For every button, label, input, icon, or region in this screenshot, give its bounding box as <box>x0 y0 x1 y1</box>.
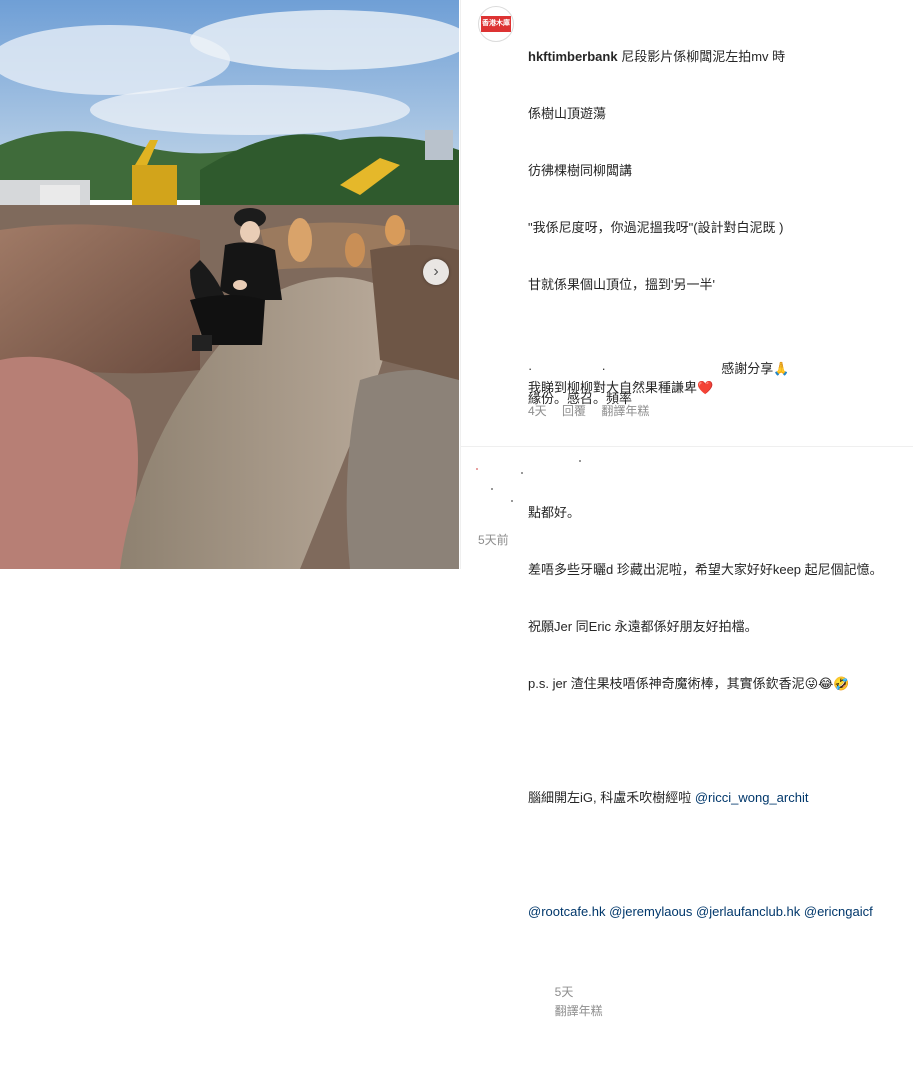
translate-button[interactable]: 翻譯年糕 <box>555 1004 603 1018</box>
comment-meta-row: 4天 回覆 翻譯年糕 <box>528 402 908 421</box>
redacted-speck <box>491 488 493 490</box>
divider <box>461 446 913 447</box>
caption-blank <box>528 845 908 864</box>
comment-text: 我睇到柳柳對大自然果種謙卑 <box>528 380 698 395</box>
post-time-ago: 5天前 <box>478 533 509 547</box>
mention-link[interactable]: @ricci_wong_archit <box>695 790 809 805</box>
post-username-link[interactable]: hkftimberbank <box>528 49 618 64</box>
translate-button[interactable]: 翻譯年糕 <box>601 404 649 418</box>
redacted-speck <box>521 472 523 474</box>
caption-line: 尼段影片係柳闆泥左拍mv 時 <box>621 49 786 64</box>
caption-line: 點都好。 <box>528 505 581 520</box>
caption-line: p.s. jer 渣住果枝唔係神奇魔術棒，其實係欽香泥😜😂🤣 <box>528 676 850 691</box>
comment-age: 4天 <box>528 404 547 418</box>
caption-blank <box>528 446 908 465</box>
comment-item: · · 感謝分享🙏 我睇到柳柳對大自然果種謙卑❤️ 4天 回覆 翻譯年糕 <box>528 359 908 421</box>
redacted-speck <box>476 468 478 470</box>
post-photo: › <box>0 0 459 569</box>
caption-line: 甘就係果個山頂位，搵到'另一半' <box>528 277 715 292</box>
caption-line: 腦細開左iG, 科盧禾吹樹經啦 <box>528 790 695 805</box>
redacted-speck <box>511 500 513 502</box>
avatar-logo-text: 香港木庫 <box>481 16 511 32</box>
comment-redacted-text: · · <box>528 361 722 376</box>
caption-line: 係樹山頂遊蕩 <box>528 106 607 121</box>
redacted-speck <box>579 460 581 462</box>
reply-button[interactable]: 回覆 <box>562 404 586 418</box>
caption-line: "我係尼度呀，你過泥搵我呀"(設計對白泥既 ) <box>528 220 784 235</box>
post-meta-row: 5天 翻譯年糕 <box>528 964 908 1040</box>
comment-text: 感謝分享🙏 <box>721 361 790 376</box>
post-caption: hkftimberbank 尼段影片係柳闆泥左拍mv 時 係樹山頂遊蕩 彷彿棵樹… <box>528 9 908 1078</box>
logs-photo-graphic <box>0 0 459 569</box>
mentions-links[interactable]: @rootcafe.hk @jeremylaous @jerlaufanclub… <box>528 902 908 921</box>
caption-blank <box>528 332 908 351</box>
caption-blank <box>528 731 908 750</box>
carousel-next-button[interactable]: › <box>423 259 449 285</box>
avatar[interactable]: 香港木庫 <box>478 6 514 42</box>
chevron-right-icon: › <box>433 263 439 280</box>
post-side-panel: 香港木庫 hkftimberbank 尼段影片係柳闆泥左拍mv 時 係樹山頂遊蕩… <box>460 0 913 1018</box>
post-age: 5天 <box>554 985 574 999</box>
caption-line: 差唔多些牙曬d 珍藏出泥啦，希望大家好好keep 起尼個記憶。 <box>528 562 883 577</box>
caption-line: 祝願Jer 同Eric 永遠都係好朋友好拍檔。 <box>528 619 758 634</box>
caption-line: 彷彿棵樹同柳闆講 <box>528 163 633 178</box>
heart-icon: ❤️ <box>697 380 714 395</box>
